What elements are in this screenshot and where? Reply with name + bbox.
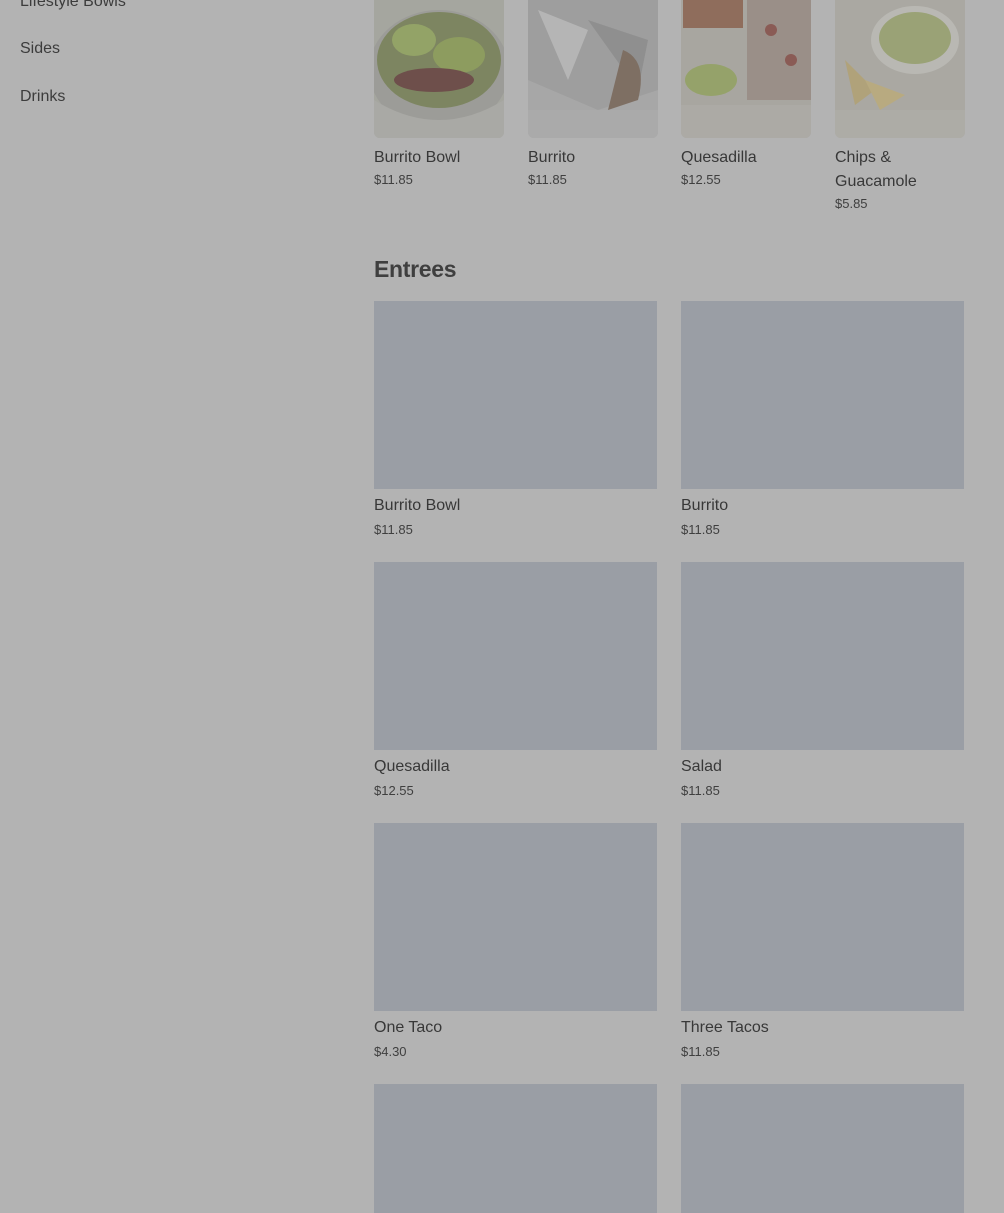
entree-image-placeholder (681, 823, 964, 1011)
entree-item-name: Three Tacos (681, 1019, 769, 1036)
sidebar-item-drinks[interactable]: Drinks (20, 87, 65, 107)
popular-item-name: Quesadilla (681, 149, 757, 166)
quesadilla-image (681, 0, 811, 138)
sidebar-item-lifestyle-bowls[interactable]: Lifestyle Bowls (20, 0, 126, 12)
entree-image-placeholder (681, 301, 964, 489)
sidebar-item-sides[interactable]: Sides (20, 39, 60, 59)
burrito-image (528, 0, 658, 138)
burrito-bowl-image (374, 0, 504, 138)
entree-image-placeholder (374, 301, 657, 489)
entree-item-name: Salad (681, 758, 722, 775)
entree-item-price: $11.85 (681, 522, 720, 537)
entree-item-name: One Taco (374, 1019, 443, 1036)
entree-item-name: Quesadilla (374, 758, 450, 775)
popular-item-name: Burrito Bowl (374, 149, 461, 166)
entree-image-placeholder (681, 562, 964, 750)
popular-item-price: $5.85 (835, 196, 868, 211)
entree-item-name: Burrito (681, 497, 729, 514)
entree-image-placeholder (374, 823, 657, 1011)
popular-item-name: Burrito (528, 149, 576, 166)
popular-item-name: Chips & Guacamole (835, 149, 917, 190)
entree-item-price: $11.85 (681, 783, 720, 798)
popular-item-price: $11.85 (528, 172, 567, 187)
popular-item-price: $11.85 (374, 172, 413, 187)
chips-guacamole-image (835, 0, 965, 138)
entree-image-placeholder (374, 1084, 657, 1213)
entree-item-price: $11.85 (681, 1044, 720, 1059)
popular-item-price: $12.55 (681, 172, 721, 187)
entree-image-placeholder (681, 1084, 964, 1213)
section-title-entrees: Entrees (374, 256, 457, 282)
entree-item-name: Burrito Bowl (374, 497, 461, 514)
entree-item-price: $12.55 (374, 783, 414, 798)
entree-image-placeholder (374, 562, 657, 750)
entree-item-price: $11.85 (374, 522, 413, 537)
entree-item-price: $4.30 (374, 1044, 407, 1059)
